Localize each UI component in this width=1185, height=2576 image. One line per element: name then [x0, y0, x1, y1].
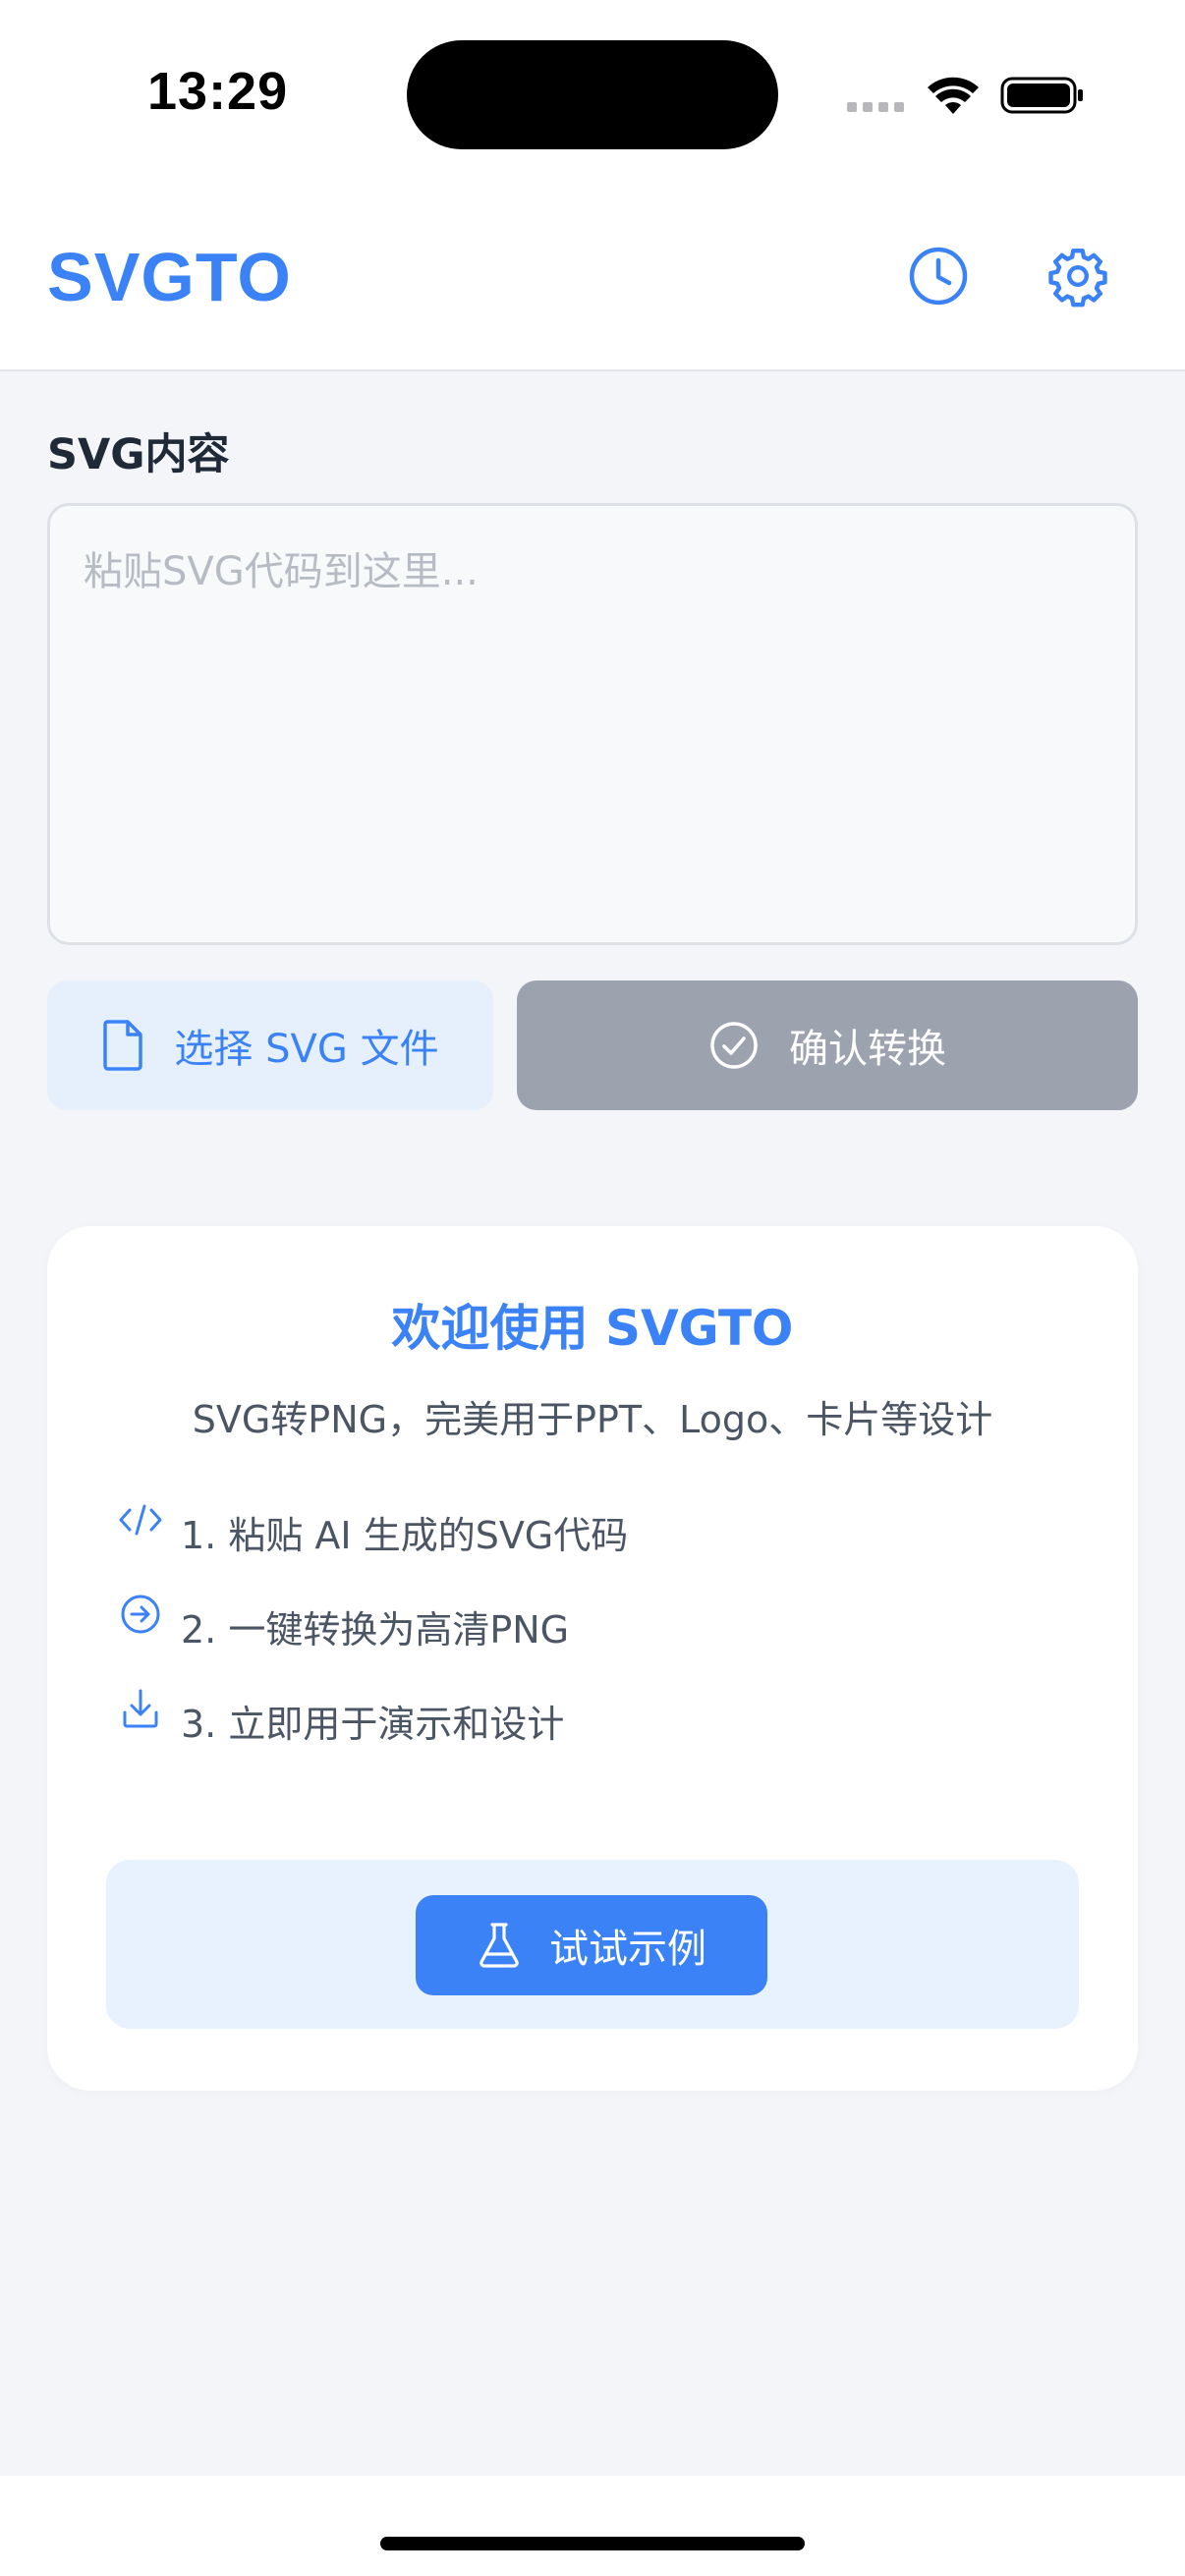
step-item: 1. 粘贴 AI 生成的SVG代码 [118, 1504, 1081, 1599]
welcome-subtitle: SVG转PNG，完美用于PPT、Logo、卡片等设计 [192, 1398, 993, 1441]
app-title: SVGTO [47, 239, 292, 315]
action-buttons: 选择 SVG 文件 确认转换 [47, 980, 1138, 1110]
welcome-title: 欢迎使用 SVGTO [391, 1300, 794, 1357]
try-example-panel: 试试示例 [106, 1860, 1079, 2029]
settings-button[interactable] [1040, 238, 1116, 314]
try-example-button[interactable]: 试试示例 [416, 1895, 767, 1995]
step-text: 2. 一键转换为高清PNG [181, 1608, 570, 1652]
status-bar: 13:29 [0, 0, 1185, 187]
svg-content-label: SVG内容 [47, 430, 230, 479]
file-icon [103, 1020, 143, 1071]
check-circle-icon [710, 1022, 758, 1069]
home-indicator[interactable] [380, 2537, 805, 2550]
bottom-area [0, 2476, 1185, 2576]
step-item: 2. 一键转换为高清PNG [118, 1595, 1081, 1694]
choose-svg-file-label: 选择 SVG 文件 [174, 1027, 439, 1072]
choose-svg-file-button[interactable]: 选择 SVG 文件 [47, 980, 493, 1110]
app-header: SVGTO [0, 187, 1185, 371]
confirm-convert-button[interactable]: 确认转换 [517, 980, 1138, 1110]
history-button[interactable] [900, 238, 977, 314]
svg-code-input[interactable] [47, 503, 1138, 945]
try-example-label: 试试示例 [549, 1927, 706, 1972]
flask-icon [480, 1923, 519, 1968]
gear-icon [1048, 248, 1107, 308]
status-time: 13:29 [147, 62, 289, 121]
arrow-right-circle-icon [118, 1592, 163, 1637]
step-item: 3. 立即用于演示和设计 [118, 1689, 1081, 1788]
step-text: 3. 立即用于演示和设计 [181, 1703, 565, 1746]
welcome-card: 欢迎使用 SVGTO SVG转PNG，完美用于PPT、Logo、卡片等设计 1.… [47, 1226, 1138, 2091]
wifi-icon [928, 77, 979, 114]
clock-icon [909, 247, 968, 306]
steps-list: 1. 粘贴 AI 生成的SVG代码 2. 一键转换为高清PNG 3. 立即用于演… [118, 1504, 1081, 1788]
cellular-signal-icon [847, 102, 908, 116]
dynamic-island [407, 40, 778, 149]
battery-icon [1000, 77, 1083, 114]
download-icon [118, 1686, 163, 1731]
confirm-convert-label: 确认转换 [789, 1027, 946, 1072]
step-text: 1. 粘贴 AI 生成的SVG代码 [181, 1514, 629, 1557]
code-icon [118, 1497, 163, 1542]
